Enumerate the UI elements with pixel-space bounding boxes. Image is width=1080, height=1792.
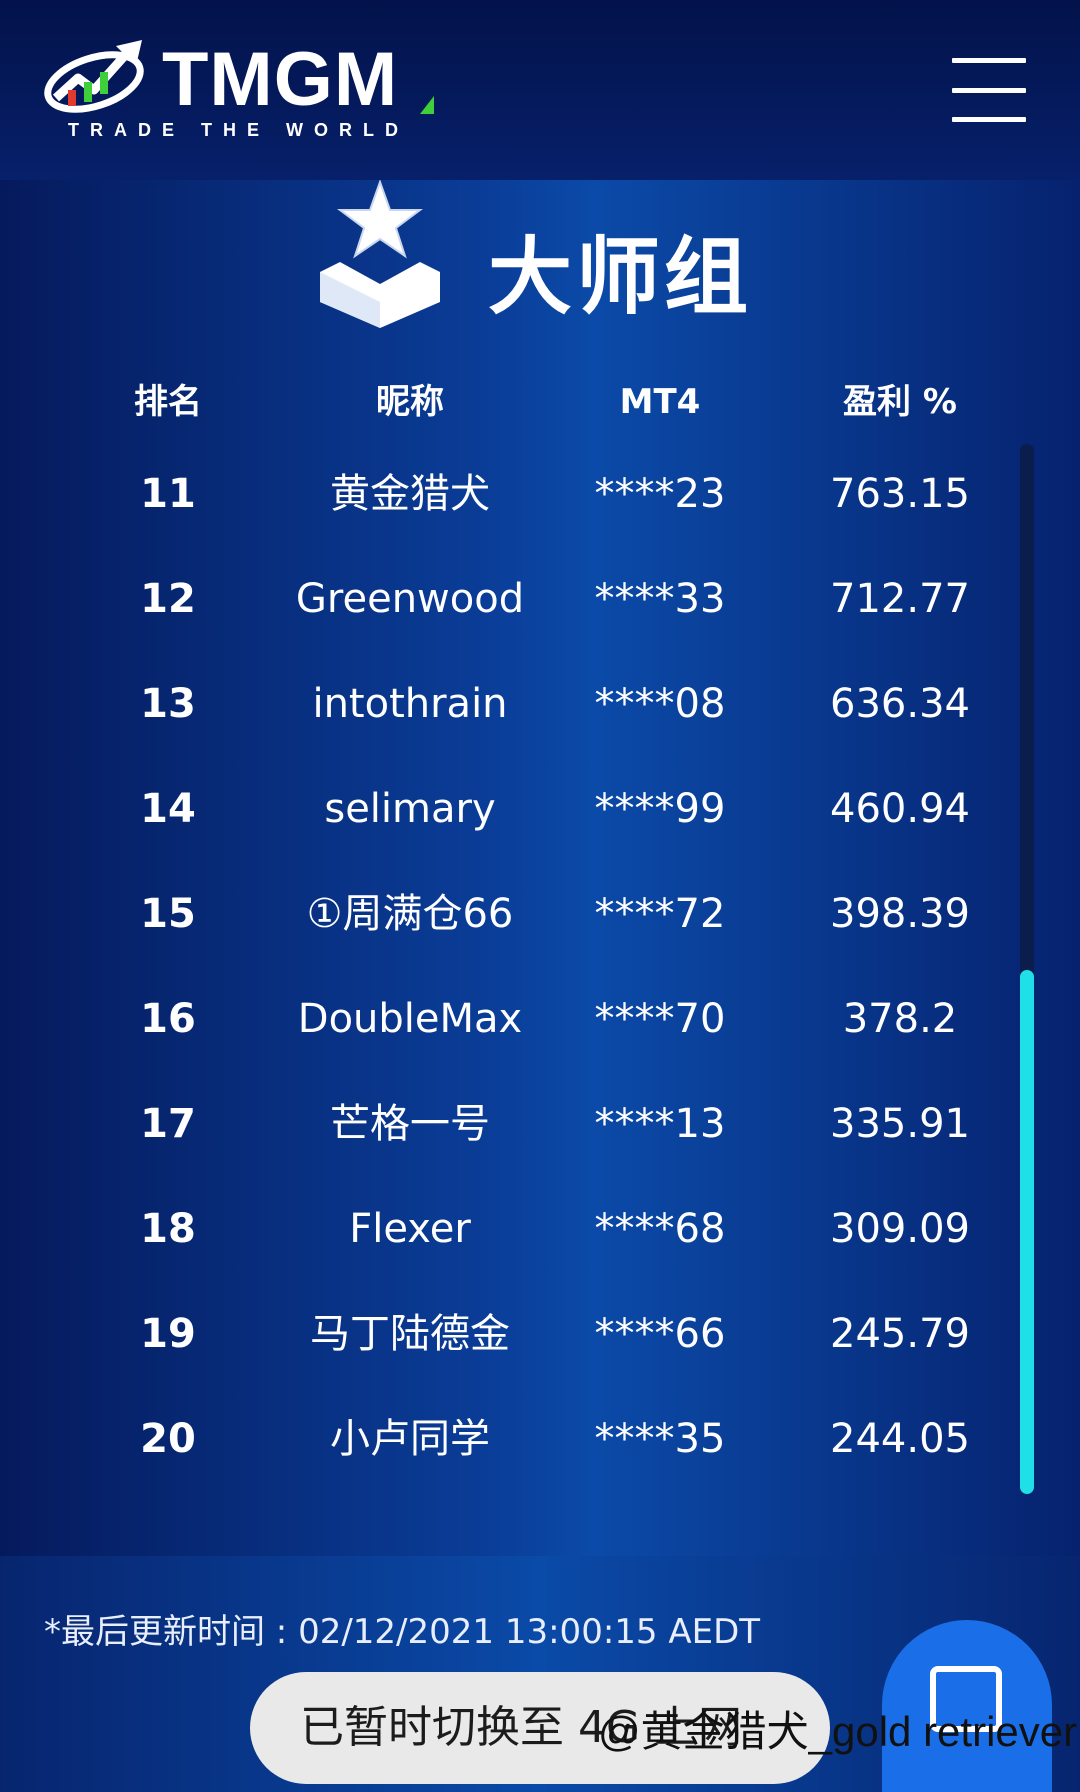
column-header-nickname: 昵称 — [376, 382, 444, 422]
nickname-cell: ①周满仓66 — [306, 891, 514, 937]
table-row: 15 ①周满仓66 ****72 398.39 — [0, 862, 1080, 967]
table-row: 19 马丁陆德金 ****66 245.79 — [0, 1282, 1080, 1387]
top-header: TMGM TRADE THE WORLD — [0, 0, 1080, 180]
mt4-cell: ****13 — [594, 1101, 726, 1147]
rank-cell: 14 — [140, 786, 196, 832]
profit-cell: 378.2 — [842, 996, 958, 1042]
mt4-cell: ****08 — [594, 681, 726, 727]
mt4-cell: ****99 — [594, 786, 726, 832]
nickname-cell: 小卢同学 — [330, 1416, 490, 1462]
group-title: 大师组 — [488, 228, 753, 326]
column-header-profit: 盈利 % — [843, 382, 957, 422]
profit-cell: 636.34 — [830, 681, 970, 727]
table-row: 11 黄金猎犬 ****23 763.15 — [0, 442, 1080, 547]
hamburger-menu-button[interactable] — [952, 58, 1026, 122]
column-header-mt4: MT4 — [619, 382, 701, 422]
hamburger-menu-icon — [952, 58, 1026, 63]
leaderboard-header: 排名 昵称 MT4 盈利 % — [0, 372, 1080, 432]
nickname-cell: 黄金猎犬 — [330, 471, 490, 517]
group-heading: 大师组 — [318, 180, 778, 340]
profit-cell: 460.94 — [830, 786, 970, 832]
rank-cell: 11 — [140, 471, 196, 517]
brand-name: TMGM — [162, 37, 399, 122]
trend-arrow-logo-icon — [44, 40, 144, 113]
last-updated-note: *最后更新时间 : 02/12/2021 13:00:15 AEDT — [44, 1612, 761, 1652]
table-row: 13 intothrain ****08 636.34 — [0, 652, 1080, 757]
mt4-cell: ****66 — [594, 1311, 726, 1357]
nickname-cell: Greenwood — [295, 576, 525, 622]
nickname-cell: Flexer — [349, 1206, 471, 1252]
scrollbar-thumb[interactable] — [1020, 970, 1034, 1494]
mt4-cell: ****23 — [594, 471, 726, 517]
brand-green-dot-icon — [420, 96, 434, 114]
mt4-cell: ****68 — [594, 1206, 726, 1252]
watermark-text: @黄金猎犬_gold retriever — [598, 1708, 1078, 1755]
table-row: 18 Flexer ****68 309.09 — [0, 1177, 1080, 1282]
profit-cell: 335.91 — [830, 1101, 970, 1147]
rank-cell: 12 — [140, 576, 196, 622]
mt4-cell: ****72 — [594, 891, 726, 937]
rank-cell: 17 — [140, 1101, 196, 1147]
table-row: 20 小卢同学 ****35 244.05 — [0, 1387, 1080, 1492]
profit-cell: 763.15 — [830, 471, 970, 517]
nickname-cell: 马丁陆德金 — [310, 1311, 510, 1357]
rank-cell: 18 — [140, 1206, 196, 1252]
profit-cell: 398.39 — [830, 891, 970, 937]
table-row: 16 DoubleMax ****70 378.2 — [0, 967, 1080, 1072]
mt4-cell: ****33 — [594, 576, 726, 622]
nickname-cell: 芒格一号 — [330, 1101, 490, 1147]
profit-cell: 309.09 — [830, 1206, 970, 1252]
column-header-rank: 排名 — [134, 382, 202, 422]
profit-cell: 244.05 — [830, 1416, 970, 1462]
nickname-cell: intothrain — [312, 681, 508, 727]
brand-tagline: TRADE THE WORLD — [68, 120, 409, 140]
mt4-cell: ****35 — [594, 1416, 726, 1462]
nickname-cell: selimary — [324, 786, 496, 832]
table-row: 17 芒格一号 ****13 335.91 — [0, 1072, 1080, 1177]
nickname-cell: DoubleMax — [297, 996, 523, 1042]
rank-cell: 20 — [140, 1416, 196, 1462]
profit-cell: 245.79 — [830, 1311, 970, 1357]
profit-cell: 712.77 — [830, 576, 970, 622]
leaderboard-table[interactable]: 11 黄金猎犬 ****23 763.15 12 Greenwood ****3… — [0, 442, 1080, 1492]
rank-cell: 16 — [140, 996, 196, 1042]
table-scrollbar[interactable] — [1020, 444, 1034, 1494]
rank-cell: 13 — [140, 681, 196, 727]
star-chevron-badge-icon — [320, 180, 440, 328]
mt4-cell: ****70 — [594, 996, 726, 1042]
tmgm-logo[interactable]: TMGM TRADE THE WORLD — [42, 38, 442, 148]
rank-cell: 15 — [140, 891, 196, 937]
table-row: 14 selimary ****99 460.94 — [0, 757, 1080, 862]
table-row: 12 Greenwood ****33 712.77 — [0, 547, 1080, 652]
rank-cell: 19 — [140, 1311, 196, 1357]
